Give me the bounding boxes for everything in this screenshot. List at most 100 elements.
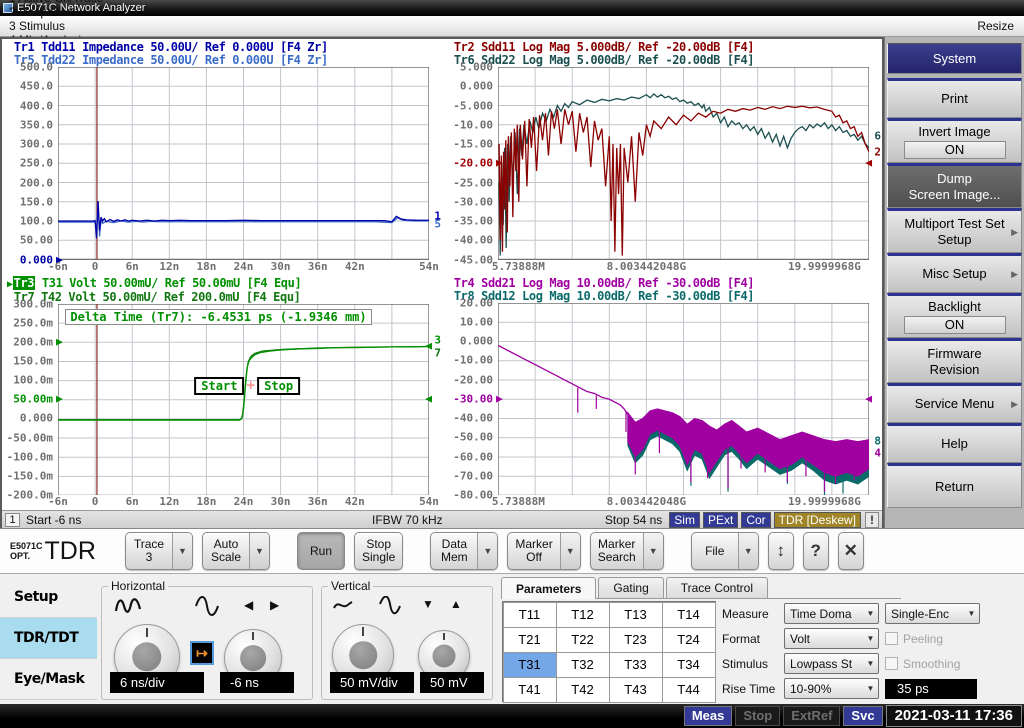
multi-wave-icon [114, 596, 144, 621]
tab-trace-control[interactable]: Trace Control [666, 577, 768, 598]
softkey-system[interactable]: System [887, 43, 1022, 74]
softkey-firmware-revision[interactable]: FirmwareRevision [887, 338, 1022, 383]
vertical-scale-readout: 50 mV/div [330, 672, 414, 693]
updown-button[interactable]: ↕ [768, 532, 794, 570]
tab-parameters[interactable]: Parameters [501, 577, 596, 599]
data-mem-button[interactable]: DataMem▼ [430, 532, 498, 570]
softkey-dump-screen-image-[interactable]: DumpScreen Image... [887, 163, 1022, 208]
x-tick-label: 8.003442048G [607, 495, 686, 508]
tparam-cell-t34[interactable]: T34 [662, 652, 716, 678]
tparam-cell-t24[interactable]: T24 [662, 627, 716, 653]
trace-3-button[interactable]: Trace3▼ [125, 532, 193, 570]
plot-canvas: ▶◀62 [498, 67, 869, 260]
checkbox-label: Smoothing [903, 657, 960, 671]
tparam-cell-t42[interactable]: T42 [556, 677, 610, 703]
y-tick-label: -150.0m [7, 469, 53, 482]
dropdown-arrow-icon: ▼ [738, 533, 758, 569]
nav-tab-setup[interactable]: Setup [0, 577, 97, 618]
softkey-print[interactable]: Print [887, 78, 1022, 118]
nav-tab-tdr-tdt[interactable]: TDR/TDT [0, 618, 97, 659]
trace-header: Tr7 T42 Volt 50.00mU/ Ref 200.0mU [F4 Eq… [7, 291, 442, 304]
dropdown-value: Lowpass St [785, 657, 863, 671]
peeling-checkbox[interactable]: Peeling [885, 632, 943, 646]
softkey-multiport-test-set-setup[interactable]: Multiport Test SetSetup▶ [887, 208, 1022, 253]
y-tick-label: 5.000 [460, 61, 493, 74]
menu-item-2[interactable]: 2 Response [0, 5, 112, 19]
menu-bar: 1 Active Ch/Trace2 Response3 Stimulus4 M… [0, 16, 1024, 37]
tparam-cell-t33[interactable]: T33 [609, 652, 663, 678]
time-doma-dropdown[interactable]: Time Doma▼ [784, 603, 879, 624]
tparam-cell-t43[interactable]: T43 [609, 677, 663, 703]
marker-search-button[interactable]: MarkerSearch▼ [590, 532, 664, 570]
y-tick-label: -50.00 [453, 431, 493, 444]
param-label: Format [722, 632, 784, 646]
submenu-arrow-icon: ▶ [1011, 224, 1018, 240]
start-gate-flag[interactable]: Start [194, 377, 244, 395]
softkey-label: Print [941, 91, 968, 107]
y-axis-labels: 5.0000.000-5.000-10.00-15.00-20.00-25.00… [442, 67, 498, 260]
trace-label: Tr1 [14, 40, 34, 54]
help-button[interactable]: ? [803, 532, 829, 570]
scroll-down-icon[interactable]: ▼ [422, 597, 434, 611]
auto-scale-button[interactable]: AutoScale▼ [202, 532, 270, 570]
y-tick-label: -50.00m [7, 431, 53, 444]
submenu-arrow-icon: ▶ [1011, 266, 1018, 282]
trace-number-marker: 8 [874, 437, 881, 446]
file-button[interactable]: File ▼ [691, 532, 759, 570]
badge-tdr-deskew-: TDR [Deskew] [774, 512, 861, 528]
softkey-misc-setup[interactable]: Misc Setup▶ [887, 253, 1022, 293]
softkey-label: Help [941, 436, 968, 452]
button-label-line: File [699, 545, 731, 558]
softkey-backlight[interactable]: BacklightON [887, 293, 1022, 338]
e5071c-window: E5071C Network Analyzer 1 Active Ch/Trac… [0, 0, 1024, 728]
dropdown-arrow-icon: ▼ [172, 533, 192, 569]
menu-resize[interactable]: Resize [967, 19, 1024, 33]
tparam-cell-t41[interactable]: T41 [503, 677, 557, 703]
tparam-cell-t31[interactable]: T31 [503, 652, 557, 678]
tparam-cell-t14[interactable]: T14 [662, 602, 716, 628]
10-90--dropdown[interactable]: 10-90%▼ [784, 678, 879, 699]
dropdown-arrow-icon: ▼ [863, 659, 878, 668]
smoothing-checkbox[interactable]: Smoothing [885, 657, 960, 671]
tab-gating[interactable]: Gating [598, 577, 663, 598]
y-tick-label: 350.0 [20, 118, 53, 131]
scroll-up-icon[interactable]: ▲ [450, 597, 462, 611]
dropdown-arrow-icon: ▼ [863, 684, 878, 693]
softkey-help[interactable]: Help [887, 423, 1022, 463]
dropdown-arrow-icon: ▼ [863, 634, 878, 643]
tparam-cell-t13[interactable]: T13 [609, 602, 663, 628]
vertical-group: Vertical ▼ ▲ 50 mV/div 50 mV [321, 579, 493, 700]
knob-center [240, 645, 266, 671]
stop-gate-flag[interactable]: Stop [257, 377, 300, 395]
trace-number-marker: 5 [434, 220, 441, 229]
softkey-invert-image[interactable]: Invert ImageON [887, 118, 1022, 163]
lowpass-st-dropdown[interactable]: Lowpass St▼ [784, 653, 879, 674]
close-button[interactable]: ✕ [838, 532, 864, 570]
datetime-readout: 2021-03-11 17:36 [886, 705, 1022, 727]
run-button[interactable]: Run [297, 532, 345, 570]
y-tick-label: 200.0 [20, 176, 53, 189]
offset-map-icon[interactable]: ↦ [190, 641, 214, 665]
y-tick-label: 0.000 [460, 80, 493, 93]
volt-dropdown[interactable]: Volt▼ [784, 628, 879, 649]
softkey-service-menu[interactable]: Service Menu▶ [887, 383, 1022, 423]
nav-tab-eye-mask[interactable]: Eye/Mask [0, 659, 97, 700]
scroll-left-icon[interactable]: ◀ [244, 598, 253, 612]
scroll-right-icon[interactable]: ▶ [270, 598, 279, 612]
tparam-cell-t22[interactable]: T22 [556, 627, 610, 653]
softkey-return[interactable]: Return [887, 463, 1022, 508]
parameters-body: T11T12T13T14T21T22T23T24T31T32T33T34T41T… [501, 598, 901, 704]
stop-single-button[interactable]: StopSingle [354, 532, 403, 570]
tparam-cell-t12[interactable]: T12 [556, 602, 610, 628]
tparam-cell-t32[interactable]: T32 [556, 652, 610, 678]
menu-item-3[interactable]: 3 Stimulus [0, 19, 112, 33]
single-enc-dropdown[interactable]: Single-Enc▼ [885, 603, 980, 624]
tparam-cell-t11[interactable]: T11 [503, 602, 557, 628]
marker-off-button[interactable]: MarkerOff▼ [507, 532, 580, 570]
softkey-label: Setup [938, 232, 972, 248]
tparam-cell-t23[interactable]: T23 [609, 627, 663, 653]
y-tick-label: -10.00 [453, 354, 493, 367]
tparam-cell-t21[interactable]: T21 [503, 627, 557, 653]
tparam-cell-t44[interactable]: T44 [662, 677, 716, 703]
alert-indicator: ! [865, 512, 879, 528]
